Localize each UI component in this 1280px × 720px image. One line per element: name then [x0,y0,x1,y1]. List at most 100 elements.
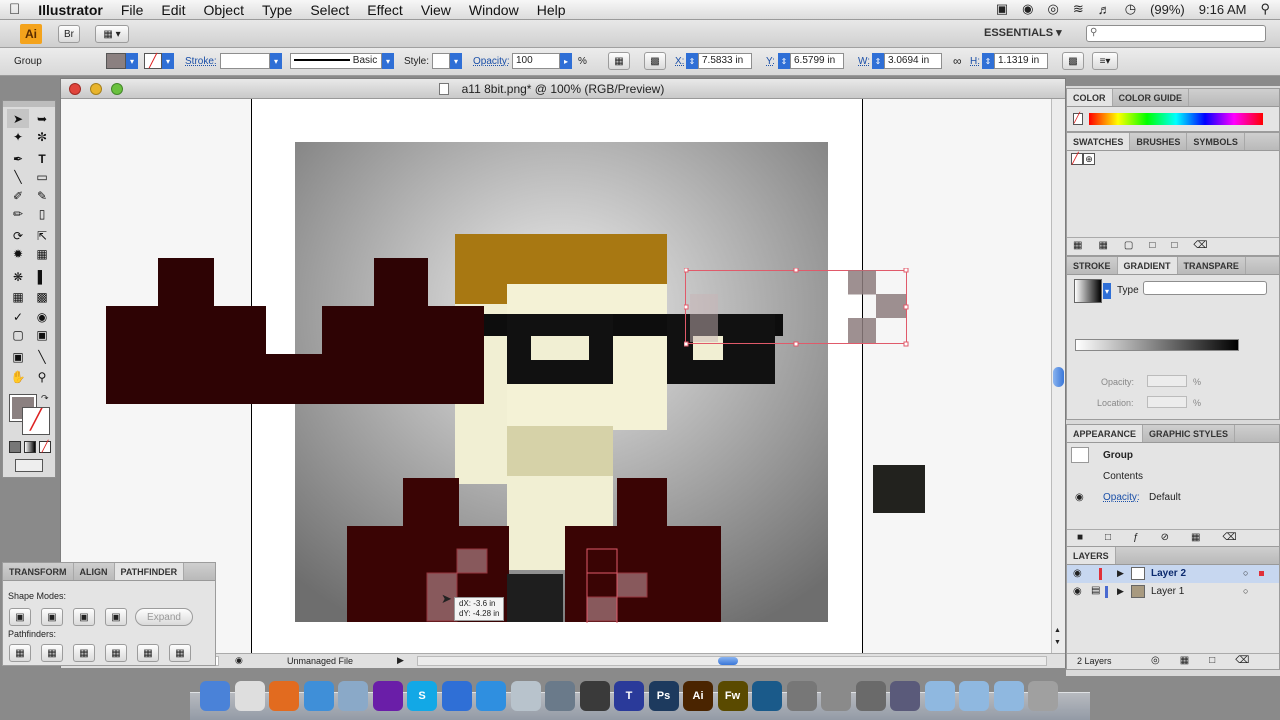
tab-layers[interactable]: LAYERS [1067,547,1116,564]
hand-tool-icon[interactable]: ✋ [7,367,29,386]
menu-effect[interactable]: Effect [358,2,412,18]
tab-brushes[interactable]: BRUSHES [1130,133,1188,150]
scale-tool-icon[interactable]: ⇱ [31,226,53,245]
hat-shape-group[interactable] [106,258,486,406]
y-field[interactable]: 6.5799 in [790,53,844,69]
h-field[interactable]: 1.1319 in [994,53,1048,69]
stroke-dropdown[interactable]: ▾ [162,53,174,69]
lasso-tool-icon[interactable]: ✼ [31,127,53,146]
layer-2-expand-icon[interactable]: ▶ [1117,568,1124,579]
rectangle-tool-icon[interactable]: ▭ [31,167,53,186]
layer-2-target-icon[interactable]: ○ [1243,568,1248,578]
layer-1-target-icon[interactable]: ○ [1243,586,1248,596]
eyedropper-tool-icon[interactable]: ✓ [7,307,29,326]
menu-edit[interactable]: Edit [152,2,194,18]
swatch-none[interactable]: ╱ [1071,153,1083,165]
camera-icon[interactable] [786,681,817,711]
x-label[interactable]: X: [675,56,684,67]
minus-front-button[interactable]: ▣ [41,608,63,626]
eraser-tool-icon[interactable]: ▯ [31,204,53,223]
fill-swatch[interactable] [106,53,126,69]
appearance-visibility-eye-icon[interactable]: ◉ [1075,492,1084,503]
layer-2-visibility-eye-icon[interactable]: ◉ [1073,568,1082,579]
downloads-folder-icon[interactable] [993,681,1024,711]
trim-button[interactable]: ▦ [41,644,63,662]
close-window-button[interactable] [69,83,81,95]
gradient-location-field[interactable] [1147,396,1187,408]
outline-button[interactable]: ▦ [137,644,159,662]
pencil-tool-icon[interactable]: ✎ [31,186,53,205]
horizontal-scroll-thumb[interactable] [718,657,738,665]
safari-icon[interactable] [303,681,334,711]
align-to-icon[interactable]: ▦ [608,52,630,70]
tab-align[interactable]: ALIGN [74,563,115,580]
stroke-label[interactable]: Stroke: [185,56,217,67]
color-spectrum-bar[interactable] [1089,113,1263,125]
time-machine-icon[interactable] [510,681,541,711]
stroke-weight-field[interactable] [220,53,270,69]
tab-color[interactable]: COLOR [1067,89,1113,106]
menu-file[interactable]: File [112,2,153,18]
opacity-label[interactable]: Opacity: [473,56,510,67]
rotate-tool-icon[interactable]: ⟳ [7,226,29,245]
battery-status[interactable]: (99%) [1150,2,1185,17]
spotlight-icon[interactable]: ⚲ [1260,1,1270,17]
intersect-button[interactable]: ▣ [73,608,95,626]
tab-swatches[interactable]: SWATCHES [1067,133,1131,150]
opacity-field[interactable]: 100 [512,53,560,69]
artboard-tool-icon[interactable]: ▣ [7,347,29,366]
arrange-documents-button[interactable]: ▦ ▾ [95,25,129,43]
slice-tool-icon[interactable]: ╲ [31,347,53,366]
document-proxy-icon[interactable] [439,83,449,95]
magic-wand-tool-icon[interactable]: ✦ [7,127,29,146]
warp-tool-icon[interactable]: ✹ [7,244,29,263]
minus-back-button[interactable]: ▦ [169,644,191,662]
scroll-down-arrow-icon[interactable]: ▼ [1054,639,1061,646]
games-icon[interactable] [890,681,920,711]
unite-button[interactable]: ▣ [9,608,31,626]
final-cut-icon[interactable] [579,681,610,711]
color-mode-icon[interactable] [9,441,21,453]
itunes-icon[interactable] [476,681,506,711]
gradient-mode-icon[interactable] [24,441,36,453]
menu-select[interactable]: Select [301,2,358,18]
swatch-registration[interactable]: ⊕ [1083,153,1095,165]
w-label[interactable]: W: [858,56,870,67]
finder-icon[interactable] [200,681,230,711]
divide-button[interactable]: ▦ [9,644,31,662]
documents-folder-icon[interactable] [959,681,989,711]
tab-transparency[interactable]: TRANSPARE [1178,257,1246,274]
w-field[interactable]: 3.0694 in [884,53,942,69]
type-tool-icon[interactable]: T [31,149,53,168]
blob-brush-tool-icon[interactable]: ✏ [7,204,29,223]
exclude-button[interactable]: ▣ [105,608,127,626]
layer-1-expand-icon[interactable]: ▶ [1117,586,1124,597]
layer-1-lock-icon[interactable]: ▤ [1091,585,1100,596]
x-stepper[interactable]: ⇕ [686,53,698,69]
photoshop-icon[interactable]: Ps [648,681,679,711]
transform-icon[interactable]: ▩ [1062,52,1084,70]
tab-pathfinder[interactable]: PATHFINDER [114,563,185,580]
style-dropdown[interactable]: ▾ [450,53,462,69]
minimize-window-button[interactable] [90,83,102,95]
paintbrush-tool-icon[interactable]: ✐ [7,186,29,205]
tab-transform[interactable]: TRANSFORM [3,563,74,580]
mesh-tool-icon[interactable]: ▦ [7,287,29,306]
x-field[interactable]: 7.5833 in [698,53,752,69]
stroke-color-box[interactable]: ╱ [22,407,50,435]
gradient-thumbnail[interactable] [1074,279,1102,303]
dark-square-shape[interactable] [873,465,925,513]
wifi-icon[interactable]: ≋ [1073,1,1084,17]
options-menu-icon[interactable]: ≡▾ [1092,52,1118,70]
tab-appearance[interactable]: APPEARANCE [1067,425,1144,442]
document-status-text[interactable]: Unmanaged File [287,656,353,666]
none-mode-icon[interactable]: ╱ [39,441,51,453]
layer-2-selection-indicator[interactable] [1259,571,1264,576]
tools-icon[interactable] [821,681,851,711]
record-status-icon[interactable]: ◉ [1022,1,1033,17]
zoom-window-button[interactable] [111,83,123,95]
w-stepper[interactable]: ⇕ [872,53,884,69]
y-label[interactable]: Y: [766,56,775,67]
zoom-menu-icon[interactable]: ◉ [235,655,243,666]
swatches-panel-footer-icons[interactable]: ▦▦▢□□⌫ [1067,237,1279,255]
